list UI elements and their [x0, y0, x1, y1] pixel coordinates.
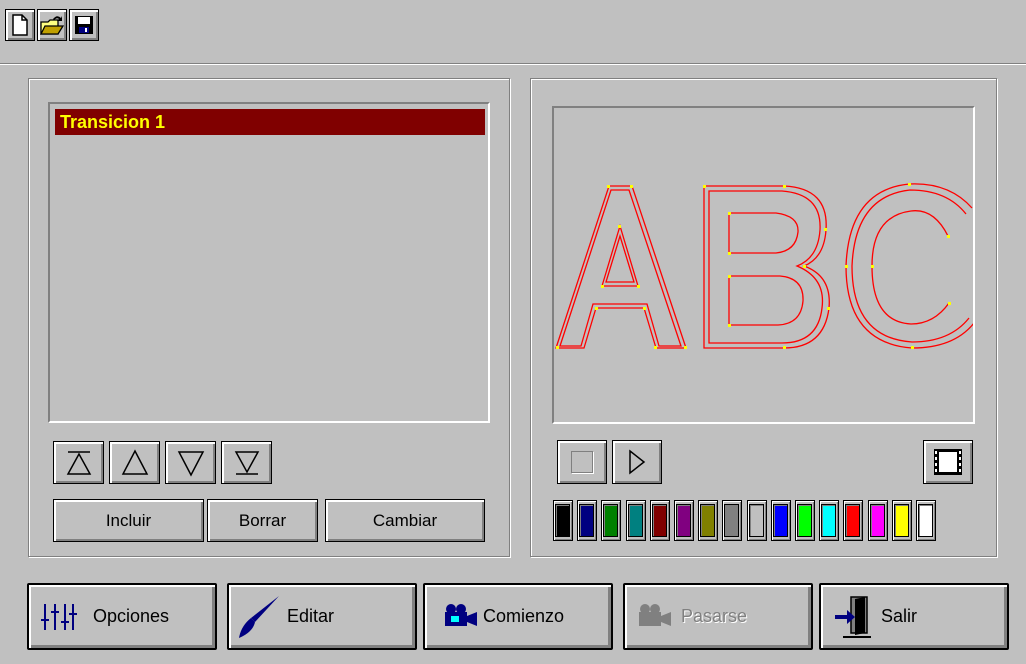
sliders-icon: [41, 603, 77, 630]
move-bottom-icon: [234, 450, 259, 475]
move-down-icon: [177, 450, 204, 477]
color-swatch[interactable]: [676, 504, 691, 537]
change-button[interactable]: Cambiar: [325, 499, 485, 542]
save-button[interactable]: [69, 9, 99, 41]
include-label: Incluir: [105, 510, 152, 530]
color-swatch[interactable]: [749, 504, 764, 537]
options-label: Opciones: [93, 606, 170, 626]
play-button[interactable]: [612, 440, 662, 484]
color-swatch[interactable]: [870, 504, 885, 537]
exit-button[interactable]: Salir: [819, 583, 1009, 650]
floppy-disk-icon: [75, 16, 93, 34]
open-folder-icon: [40, 16, 64, 35]
move-top-button[interactable]: [53, 441, 104, 484]
options-button[interactable]: Opciones: [27, 583, 217, 650]
color-swatch[interactable]: [797, 504, 812, 537]
open-button[interactable]: [37, 9, 67, 41]
color-swatch[interactable]: [894, 504, 909, 537]
color-swatch[interactable]: [555, 504, 570, 537]
color-swatch[interactable]: [579, 504, 594, 537]
move-bottom-button[interactable]: [221, 441, 272, 484]
edit-button[interactable]: Editar: [227, 583, 417, 650]
abc-outline-preview: [555, 183, 973, 349]
camera-disabled-icon: [639, 603, 671, 626]
transitions-list[interactable]: Transicion 1: [48, 102, 490, 423]
change-label: Cambiar: [372, 510, 438, 530]
paintbrush-icon: [239, 595, 279, 638]
color-swatch[interactable]: [918, 504, 933, 537]
color-swatch[interactable]: [821, 504, 836, 537]
move-up-button[interactable]: [109, 441, 160, 484]
edit-label: Editar: [287, 606, 335, 626]
move-down-button[interactable]: [165, 441, 216, 484]
stop-button[interactable]: [557, 440, 607, 484]
color-swatch[interactable]: [700, 504, 715, 537]
color-swatch[interactable]: [724, 504, 739, 537]
toolbar-separator: [0, 63, 1026, 65]
start-button[interactable]: Comienzo: [423, 583, 613, 650]
start-label: Comienzo: [483, 606, 565, 626]
preview-canvas: [552, 106, 975, 424]
move-top-icon: [66, 450, 91, 475]
skip-button[interactable]: Pasarse: [623, 583, 813, 650]
move-up-icon: [121, 448, 148, 475]
new-button[interactable]: [5, 9, 35, 41]
skip-label: Pasarse: [681, 606, 748, 626]
color-swatch[interactable]: [845, 504, 860, 537]
exit-door-icon: [835, 595, 871, 638]
color-swatch[interactable]: [628, 504, 643, 537]
play-icon: [629, 449, 646, 475]
exit-label: Salir: [881, 606, 918, 626]
color-swatch[interactable]: [652, 504, 667, 537]
delete-button[interactable]: Borrar: [207, 499, 318, 542]
color-swatch[interactable]: [773, 504, 788, 537]
film-button[interactable]: [923, 440, 973, 484]
delete-label: Borrar: [238, 510, 287, 530]
include-button[interactable]: Incluir: [53, 499, 204, 542]
stop-icon: [571, 451, 593, 473]
color-swatch[interactable]: [603, 504, 618, 537]
camera-icon: [445, 603, 477, 626]
list-item[interactable]: Transicion 1: [55, 109, 485, 135]
new-document-icon: [12, 14, 28, 36]
film-strip-icon: [934, 449, 962, 475]
